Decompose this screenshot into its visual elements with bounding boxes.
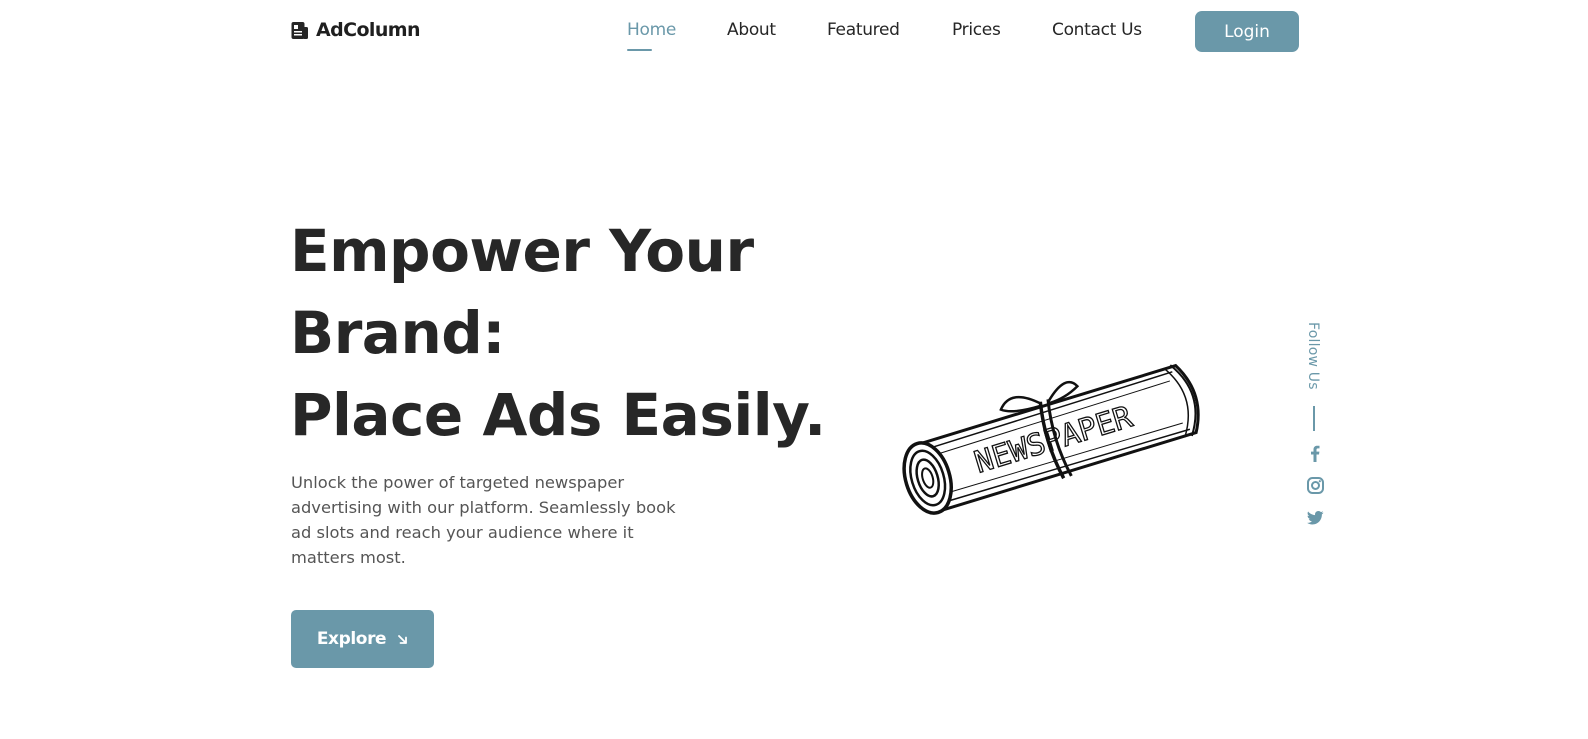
active-nav-indicator (627, 49, 652, 51)
hero-description: Unlock the power of targeted newspaper a… (291, 473, 676, 567)
nav-featured[interactable]: Featured (827, 20, 900, 40)
follow-us-label: Follow Us (1305, 322, 1321, 390)
nav-contact-us[interactable]: Contact Us (1052, 20, 1142, 40)
headline-line-1: Empower Your (290, 217, 754, 285)
arrow-down-right-icon (397, 634, 408, 645)
brand-logo[interactable]: AdColumn (291, 19, 420, 41)
explore-label: Explore (316, 629, 387, 649)
newspaper-icon (291, 21, 309, 40)
brand-name: AdColumn (316, 19, 420, 41)
follow-divider (1313, 406, 1315, 431)
nav-about[interactable]: About (727, 20, 776, 40)
login-button[interactable]: Login (1195, 11, 1299, 52)
headline-line-3: Place Ads Easily. (290, 381, 826, 449)
hero-headline: Empower Your Brand: Place Ads Easily. (290, 210, 826, 456)
nav-prices[interactable]: Prices (952, 20, 1001, 40)
instagram-icon[interactable] (1306, 476, 1324, 494)
facebook-icon[interactable] (1306, 444, 1324, 462)
explore-button[interactable]: Explore (291, 610, 434, 668)
twitter-icon[interactable] (1306, 509, 1324, 527)
nav-home[interactable]: Home (627, 20, 676, 40)
newspaper-illustration: NEWSPAPER (862, 300, 1232, 575)
headline-line-2: Brand: (290, 299, 505, 367)
